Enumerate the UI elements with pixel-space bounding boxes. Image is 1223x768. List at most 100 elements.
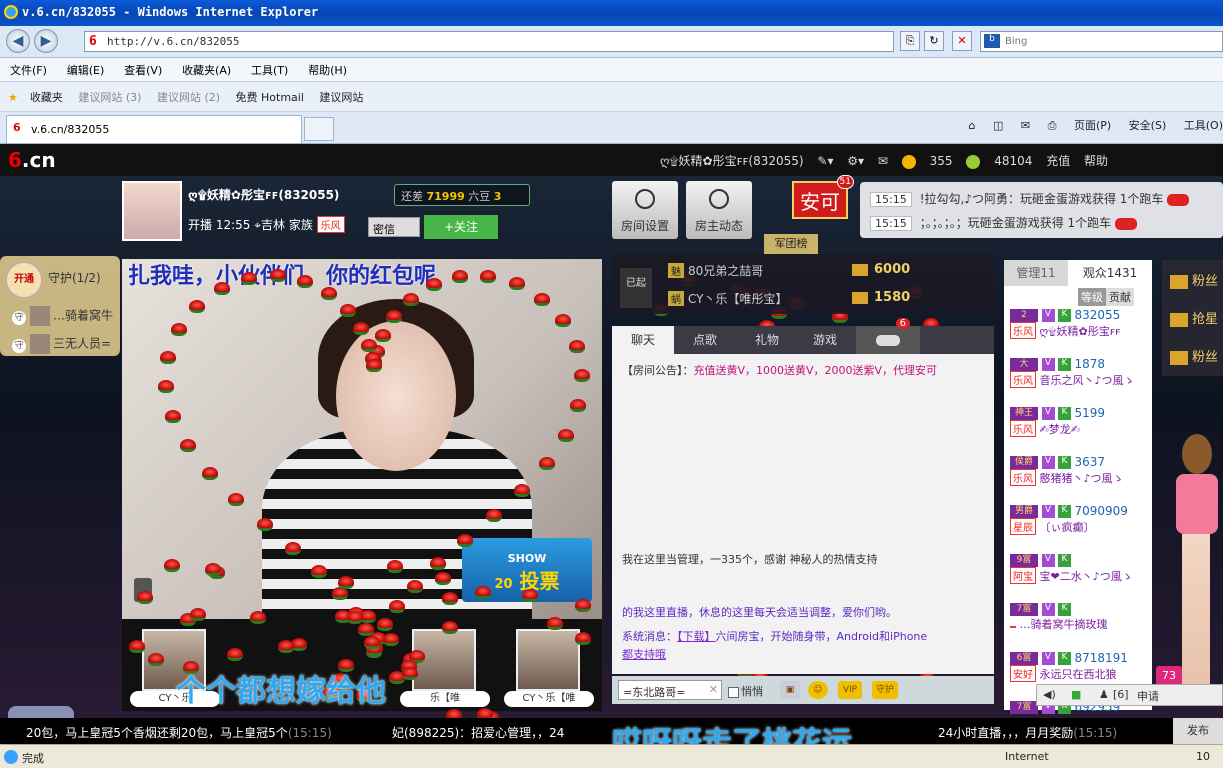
user-name: 永远只在西北狼 [1039, 668, 1117, 681]
settings-gear-icon[interactable]: ⚙▾ [847, 154, 864, 168]
new-tab-button[interactable] [304, 117, 334, 141]
user-id: 3637 [1074, 455, 1106, 469]
recharge-link[interactable]: 充值 [1046, 154, 1070, 168]
image-icon[interactable]: ▣ [780, 681, 800, 699]
fans-heart-button[interactable]: 粉丝 [1170, 346, 1218, 365]
host-face [336, 321, 456, 471]
stop-icon[interactable]: ✕ [952, 31, 972, 51]
menu-file[interactable]: 文件(F) [10, 64, 47, 77]
tab-gifts[interactable]: 礼物 [736, 326, 798, 354]
download-link[interactable]: 【下载】 [677, 630, 716, 643]
family-badge: 安好 [1010, 665, 1036, 682]
publish-button[interactable]: 发布 [1173, 718, 1223, 744]
fans-button[interactable]: 粉丝 [1170, 270, 1218, 289]
fav-item-hotmail[interactable]: 免费 Hotmail [236, 91, 304, 104]
whisper-checkbox[interactable]: 悄悄 [728, 683, 763, 699]
audience-item[interactable]: 大 V K 1878 乐风 音乐之风丶♪つ風ゝ [1010, 357, 1150, 401]
mail-icon[interactable]: ✉ [878, 154, 888, 168]
home-icon[interactable]: ⌂ [969, 119, 976, 132]
guard-member[interactable]: 守三无人员= [12, 334, 111, 354]
follow-button[interactable]: +关注 [424, 215, 498, 239]
audience-item[interactable]: 侯爵 V K 3637 乐风 憨猪猪丶♪つ風ゝ [1010, 455, 1150, 499]
safety-menu[interactable]: 安全(S) [1129, 119, 1167, 132]
host-meta: 开播 12:55 ⌖吉林 家族 乐风 [188, 216, 345, 233]
audience-tabs: 管理11 观众1431 [1004, 260, 1152, 286]
broadcast-row: 15:15 !拉勾勾,♪つ阿勇：玩砸金蛋游戏获得 1个跑车 [870, 190, 1190, 207]
menu-view[interactable]: 查看(V) [124, 64, 162, 77]
user-name[interactable]: ღ۩妖精✿彤宝ꜰꜰ(832055) [660, 154, 804, 168]
support-link[interactable]: 都支持哦 [622, 648, 666, 661]
open-guard-button[interactable]: 开通 [5, 261, 43, 299]
guard-button[interactable]: 守护 [872, 681, 898, 699]
refresh-icon[interactable]: ↻ [924, 31, 944, 51]
menu-edit[interactable]: 编辑(E) [67, 64, 105, 77]
menu-help[interactable]: 帮助(H) [308, 64, 347, 77]
menu-tools[interactable]: 工具(T) [251, 64, 288, 77]
chat-area[interactable]: 【房间公告】：充值送黄V，1000送黄V，2000送紫V，代理安可 我在这里当管… [612, 354, 994, 674]
tab-admins[interactable]: 管理11 [1004, 260, 1068, 286]
audience-item[interactable]: 7富 V K …骑着窝牛摘玫瑰 [1010, 602, 1150, 646]
favorites-button[interactable]: 收藏夹 [30, 91, 63, 104]
encore-count: 51 [836, 175, 854, 189]
gift-row[interactable]: 魅 80兄弟之喆哥 [668, 262, 763, 279]
audience-item[interactable]: 9富 V K 阿宝 宝❤二水丶♪つ風ゝ [1010, 553, 1150, 597]
mic-thumb[interactable] [412, 629, 476, 691]
tab-current[interactable]: 6 v.6.cn/832055 [6, 115, 302, 143]
mic-thumb-name: CY丶乐【唯 [504, 691, 594, 707]
zoom-level[interactable]: 10 [1196, 750, 1210, 763]
search-input[interactable]: b Bing [980, 31, 1223, 52]
sort-contribution[interactable]: 贡献 [1106, 288, 1134, 306]
guard-member[interactable]: 守 …骑着窝牛 [12, 306, 113, 326]
vip-icon: V [1041, 455, 1055, 469]
encore-button[interactable]: 安可 51 [792, 175, 854, 219]
feeds-icon[interactable]: ◫ [993, 119, 1003, 132]
audience-item[interactable]: 神王 V K 5199 乐风 ✍梦龙✍ [1010, 406, 1150, 450]
family-badge: 乐风 [1010, 322, 1036, 339]
tools-menu[interactable]: 工具(O) [1184, 119, 1223, 132]
help-link[interactable]: 帮助 [1084, 154, 1108, 168]
url-input[interactable]: 6 http://v.6.cn/832055 [84, 31, 894, 52]
tab-cars[interactable]: 6 [856, 318, 920, 354]
vip-button[interactable]: VIP [838, 681, 862, 699]
edit-icon[interactable]: ✎▾ [817, 154, 833, 168]
gift-row[interactable]: 蜗 CY丶乐【唯彤宝】 [668, 290, 788, 307]
family-badge[interactable]: 乐风 [316, 216, 345, 233]
audience-item[interactable]: 男爵 V K 7090909 星辰 〔ぃ疯癫〕 [1010, 504, 1150, 548]
microphone-icon[interactable] [134, 578, 152, 602]
speaker-icon[interactable]: ◀) [1043, 688, 1056, 701]
sort-level[interactable]: 等级 [1078, 288, 1106, 306]
camera-icon[interactable]: ■ [1071, 688, 1081, 701]
print-icon[interactable]: ⎙ [1048, 119, 1057, 132]
page-menu[interactable]: 页面(P) [1074, 119, 1111, 132]
mic-thumb[interactable] [516, 629, 580, 691]
legion-rank-button[interactable]: 军团榜 [764, 234, 818, 254]
forward-arrow-icon[interactable]: ▶ [34, 29, 58, 53]
room-settings-button[interactable]: 房间设置 [612, 181, 678, 239]
message-button[interactable]: 密信 [368, 217, 420, 237]
emoji-icon[interactable]: ☺ [808, 681, 828, 699]
favorites-star-icon[interactable]: ★ [8, 91, 18, 104]
chat-target-field[interactable]: =东北路哥= ✕ [618, 680, 722, 700]
host-avatar[interactable] [122, 181, 182, 241]
fav-item-suggested[interactable]: 建议网站 [319, 91, 363, 104]
tab-chat[interactable]: 聊天 [612, 326, 674, 354]
fav-item-suggested-3[interactable]: 建议网站 (3) [78, 91, 141, 104]
tab-games[interactable]: 游戏 [794, 326, 856, 354]
user-name: 宝❤二水丶♪つ風ゝ [1039, 570, 1133, 583]
tab-songs[interactable]: 点歌 [674, 326, 736, 354]
vote-ad-banner[interactable]: SHOW 20 投票 [462, 538, 592, 602]
site-logo[interactable]: 6.cn [8, 148, 56, 172]
compat-view-icon[interactable]: ⎘ [900, 31, 920, 51]
audience-item[interactable]: 2 V K 832055 乐风 ღ۩妖精✿彤宝ꜰꜰ [1010, 308, 1150, 352]
vip-icon: V [1041, 406, 1055, 420]
back-arrow-icon[interactable]: ◀ [6, 29, 30, 53]
user-info: ღ۩妖精✿彤宝ꜰꜰ(832055) ✎▾ ⚙▾ ✉ 355 48104 充值 帮… [660, 152, 1118, 169]
mail-icon[interactable]: ✉ [1021, 119, 1030, 132]
host-activity-button[interactable]: 房主动态 [686, 181, 752, 239]
tab-viewers[interactable]: 观众1431 [1068, 260, 1152, 286]
fav-item-suggested-2[interactable]: 建议网站 (2) [157, 91, 220, 104]
apply-button[interactable]: 申请 [1137, 688, 1159, 704]
person-icon: ♟ [1099, 688, 1109, 701]
grab-star-button[interactable]: 抢星 [1170, 308, 1218, 327]
menu-favorites[interactable]: 收藏夹(A) [182, 64, 231, 77]
